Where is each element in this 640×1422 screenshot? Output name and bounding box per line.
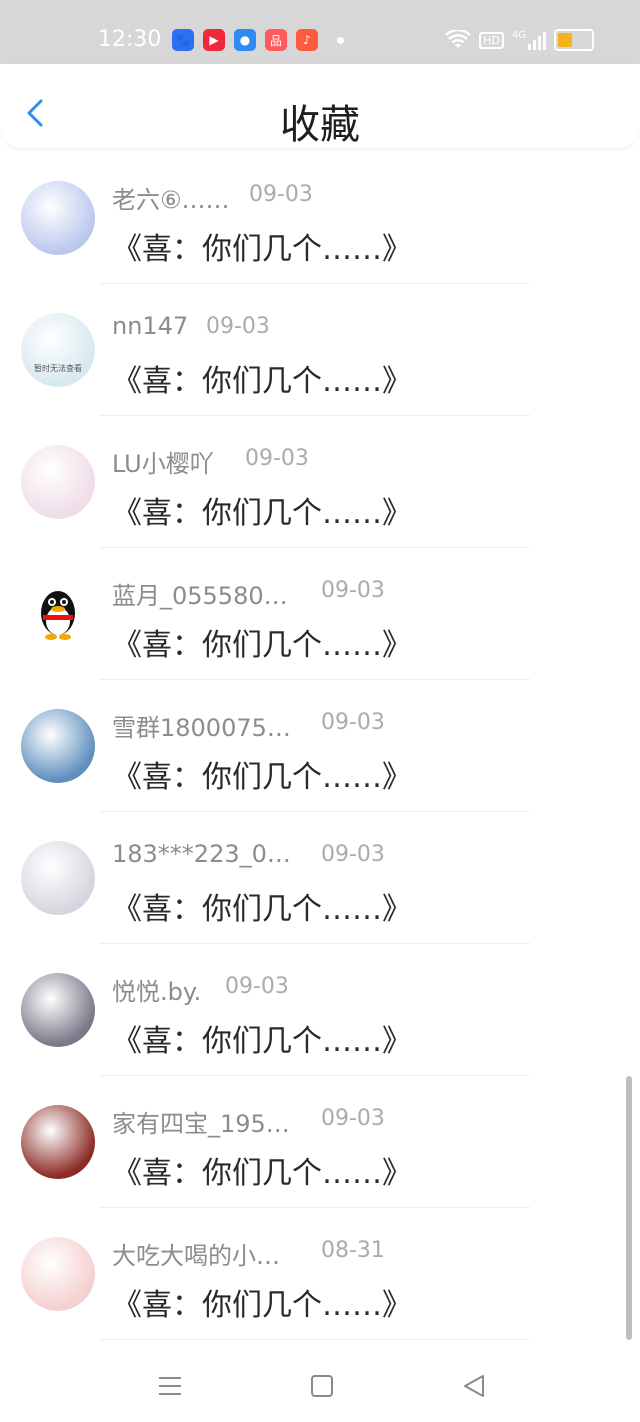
scrollbar[interactable] (626, 1076, 632, 1340)
page-title: 收藏 (280, 102, 360, 148)
avatar[interactable] (21, 709, 95, 783)
battery-icon (554, 29, 594, 51)
home-icon[interactable] (304, 1368, 340, 1404)
system-nav-bar (0, 1350, 640, 1422)
user-name: 大吃大喝的小… (112, 1242, 280, 1270)
item-title: 《喜：你们几个……》 (112, 1024, 412, 1059)
network-type: 4G (511, 30, 526, 41)
user-name: LU小樱吖 (112, 450, 214, 478)
page-header: 收藏 (0, 64, 640, 148)
app-icon: 品 (265, 29, 287, 51)
list-item[interactable]: 183***223_0… 09-03 《喜：你们几个……》 (0, 812, 640, 944)
wifi-icon (445, 30, 472, 48)
item-date: 09-03 (225, 974, 289, 999)
notification-app-icons: 🐾 ▶ ● 品 ♪ (172, 29, 318, 51)
item-date: 09-03 (249, 182, 313, 207)
more-notifications-dot (337, 37, 344, 44)
back-triangle-icon[interactable] (456, 1368, 492, 1404)
favorites-list: 老六⑥…… 09-03 《喜：你们几个……》 暂时无法查看 nn147 09-03 《喜：你… (0, 152, 640, 1340)
status-time: 12:30 (98, 27, 162, 52)
list-item[interactable]: 蓝月_055580… 09-03 《喜：你们几个……》 (0, 548, 640, 680)
list-item[interactable]: 悦悦.by. 09-03 《喜：你们几个……》 (0, 944, 640, 1076)
user-name: 老六⑥…… (112, 186, 230, 214)
item-date: 09-03 (321, 842, 385, 867)
signal-icon: 4G (512, 30, 546, 50)
user-name: 雪群1800075… (112, 714, 291, 742)
list-item[interactable]: 大吃大喝的小… 08-31 《喜：你们几个……》 (0, 1208, 640, 1340)
item-title: 《喜：你们几个……》 (112, 496, 412, 531)
item-title: 《喜：你们几个……》 (112, 1156, 412, 1191)
avatar[interactable]: 暂时无法查看 (21, 313, 95, 387)
item-date: 09-03 (321, 710, 385, 735)
item-date: 09-03 (321, 1106, 385, 1131)
list-item[interactable]: 暂时无法查看 nn147 09-03 《喜：你们几个……》 (0, 284, 640, 416)
user-name: 家有四宝_195… (112, 1110, 290, 1138)
avatar[interactable] (21, 841, 95, 915)
item-title: 《喜：你们几个……》 (112, 1288, 412, 1323)
baidu-icon: 🐾 (172, 29, 194, 51)
browser-icon: ● (234, 29, 256, 51)
list-item[interactable]: 雪群1800075… 09-03 《喜：你们几个……》 (0, 680, 640, 812)
video-icon: ▶ (203, 29, 225, 51)
item-date: 08-31 (321, 1238, 385, 1263)
avatar[interactable] (21, 181, 95, 255)
user-name: 悦悦.by. (112, 978, 202, 1006)
avatar[interactable] (21, 973, 95, 1047)
avatar[interactable] (21, 1237, 95, 1311)
user-name: 蓝月_055580… (112, 582, 288, 610)
list-item[interactable]: LU小樱吖 09-03 《喜：你们几个……》 (0, 416, 640, 548)
avatar[interactable] (21, 577, 95, 651)
item-date: 09-03 (245, 446, 309, 471)
music-icon: ♪ (296, 29, 318, 51)
penguin-icon (41, 591, 75, 640)
item-date: 09-03 (206, 314, 270, 339)
avatar[interactable] (21, 445, 95, 519)
list-item[interactable]: 家有四宝_195… 09-03 《喜：你们几个……》 (0, 1076, 640, 1208)
list-item[interactable]: 老六⑥…… 09-03 《喜：你们几个……》 (0, 152, 640, 284)
hd-icon: HD (479, 31, 504, 49)
divider (100, 1339, 530, 1340)
item-title: 《喜：你们几个……》 (112, 628, 412, 663)
item-title: 《喜：你们几个……》 (112, 760, 412, 795)
item-title: 《喜：你们几个……》 (112, 364, 412, 399)
menu-icon[interactable] (152, 1368, 188, 1404)
avatar-caption: 暂时无法查看 (34, 364, 82, 373)
item-date: 09-03 (321, 578, 385, 603)
status-indicators: HD 4G (445, 29, 594, 51)
user-name: nn147 (112, 312, 189, 340)
user-name: 183***223_0… (112, 840, 291, 868)
item-title: 《喜：你们几个……》 (112, 232, 412, 267)
avatar[interactable] (21, 1105, 95, 1179)
item-title: 《喜：你们几个……》 (112, 892, 412, 927)
